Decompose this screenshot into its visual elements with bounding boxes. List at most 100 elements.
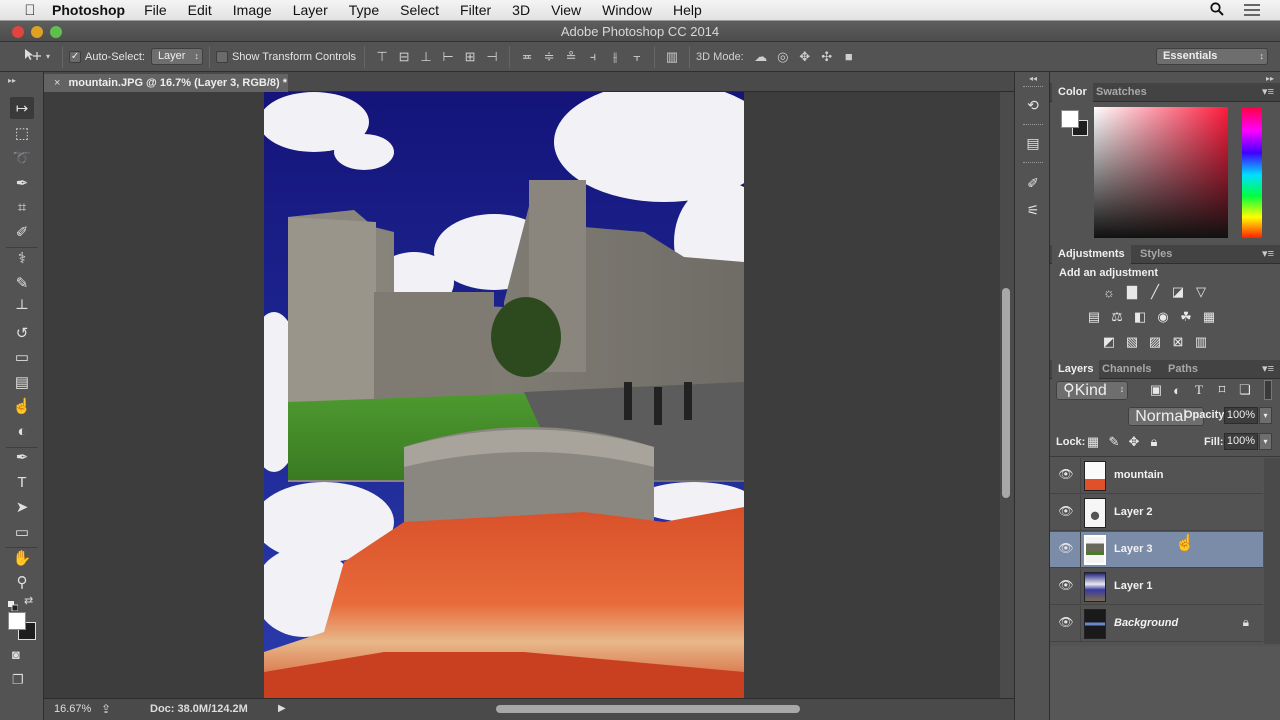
align-top-edges-icon[interactable]: ⊤	[371, 49, 393, 65]
layer-name[interactable]: Layer 3	[1114, 543, 1153, 555]
visibility-eye-icon[interactable]: 👁︎	[1058, 504, 1074, 520]
align-left-edges-icon[interactable]: ⊢	[437, 49, 459, 65]
brush-icon[interactable]: ⚟	[1021, 199, 1045, 221]
dock-grip[interactable]	[1023, 86, 1043, 89]
gradient-map-adjustment-icon[interactable]: ▥	[1192, 334, 1210, 350]
vertical-scrollbar[interactable]	[1000, 92, 1014, 698]
move-tool-icon[interactable]: ↦	[10, 97, 34, 119]
filter-toggle-switch[interactable]	[1264, 380, 1272, 400]
zoom-tool-icon[interactable]: ⚲	[10, 571, 34, 593]
menu-file[interactable]: File	[144, 2, 167, 18]
opacity-slider-button[interactable]: ▾	[1259, 407, 1272, 424]
scale-3d-icon[interactable]: ■	[838, 49, 860, 64]
crop-tool-icon[interactable]: ⌗	[10, 196, 34, 218]
horizontal-scroll-thumb[interactable]	[496, 705, 800, 713]
brush-tool-icon[interactable]: ✎	[10, 272, 34, 294]
lock-transparent-icon[interactable]: ▦	[1084, 434, 1102, 450]
shape-filter-icon[interactable]: ⌑	[1213, 382, 1231, 398]
layer-row[interactable]: 👁︎ Layer 2	[1050, 495, 1263, 531]
menu-edit[interactable]: Edit	[188, 2, 212, 18]
layer-row[interactable]: 👁︎ Layer 1	[1050, 569, 1263, 605]
color-panel-foreground-swatch[interactable]	[1061, 110, 1079, 128]
curves-adjustment-icon[interactable]: ╱	[1146, 284, 1164, 300]
align-right-edges-icon[interactable]: ⊣	[481, 49, 503, 65]
quick-selection-tool-icon[interactable]: ✒	[10, 172, 34, 194]
tab-styles[interactable]: Styles	[1134, 245, 1178, 264]
fill-slider-button[interactable]: ▾	[1259, 433, 1272, 450]
expand-panels-icon[interactable]: ▸▸	[1266, 74, 1274, 83]
menu-view[interactable]: View	[551, 2, 581, 18]
rectangular-marquee-tool-icon[interactable]: ⬚	[10, 122, 34, 144]
quick-mask-icon[interactable]: ◙	[12, 647, 20, 662]
opacity-input[interactable]: 100%	[1224, 407, 1258, 424]
layer-lock-icon[interactable]: 🔒︎	[1243, 615, 1249, 630]
list-icon[interactable]	[1244, 3, 1260, 19]
document-canvas[interactable]	[264, 92, 744, 700]
distribute-horizontal-centers-icon[interactable]: ⫲	[604, 49, 626, 65]
tab-channels[interactable]: Channels	[1096, 360, 1158, 379]
hand-tool-icon[interactable]: ✋	[10, 547, 34, 569]
distribute-vertical-centers-icon[interactable]: ≑	[538, 49, 560, 65]
roll-3d-icon[interactable]: ◎	[772, 49, 794, 65]
lasso-tool-icon[interactable]: ➰	[10, 147, 34, 169]
distribute-top-edges-icon[interactable]: ≖	[516, 49, 538, 65]
visibility-eye-icon[interactable]: 👁︎	[1058, 467, 1074, 483]
layer-filter-kind-dropdown[interactable]: ⚲Kind	[1056, 381, 1129, 400]
menu-type[interactable]: Type	[349, 2, 379, 18]
expand-tools-icon[interactable]: ▸▸	[8, 76, 16, 85]
hue-slider[interactable]	[1242, 107, 1262, 238]
swap-colors-icon[interactable]: ⇄	[24, 594, 33, 607]
status-menu-arrow-icon[interactable]: ▶	[278, 703, 286, 714]
layer-name[interactable]: Layer 1	[1114, 580, 1153, 592]
menu-photoshop[interactable]: Photoshop	[52, 2, 125, 18]
clone-stamp-tool-icon[interactable]: ┴	[10, 297, 34, 319]
layer-row[interactable]: 👁︎ Layer 3	[1050, 532, 1263, 568]
layer-name[interactable]: Background	[1114, 617, 1178, 629]
align-horizontal-centers-icon[interactable]: ⊞	[459, 49, 481, 65]
hue-saturation-adjustment-icon[interactable]: ▤	[1085, 309, 1103, 325]
lock-all-icon[interactable]: 🔒︎	[1145, 434, 1163, 450]
type-tool-icon[interactable]: T	[10, 471, 34, 493]
layers-scrollbar[interactable]	[1264, 458, 1280, 644]
layer-thumbnail[interactable]	[1084, 609, 1106, 639]
tab-adjustments[interactable]: Adjustments	[1052, 245, 1131, 264]
distribute-left-edges-icon[interactable]: ⫞	[582, 49, 604, 65]
dock-grip[interactable]	[1023, 162, 1043, 165]
color-lookup-adjustment-icon[interactable]: ▦	[1200, 309, 1218, 325]
menu-help[interactable]: Help	[673, 2, 702, 18]
panel-menu-icon[interactable]: ▾≡	[1262, 85, 1274, 98]
channel-mixer-adjustment-icon[interactable]: ☘	[1177, 309, 1195, 325]
fill-input[interactable]: 100%	[1224, 433, 1258, 450]
menu-3d[interactable]: 3D	[512, 2, 530, 18]
screen-mode-icon[interactable]: ❐	[12, 672, 24, 688]
layer-thumbnail[interactable]	[1084, 535, 1106, 565]
menu-layer[interactable]: Layer	[293, 2, 328, 18]
document-tab[interactable]: × mountain.JPG @ 16.7% (Layer 3, RGB/8) …	[44, 74, 288, 92]
move-tool-preset-icon[interactable]	[22, 48, 44, 65]
color-balance-adjustment-icon[interactable]: ⚖	[1108, 309, 1126, 325]
apple-menu-icon[interactable]: 	[20, 2, 40, 19]
panel-menu-icon[interactable]: ▾≡	[1262, 247, 1274, 260]
adjustment-filter-icon[interactable]: ◐	[1168, 382, 1186, 398]
layer-thumbnail[interactable]	[1084, 498, 1106, 528]
tool-preset-dropdown-icon[interactable]: ▾	[46, 52, 50, 61]
spot-healing-brush-tool-icon[interactable]: ⚕	[10, 247, 34, 269]
photo-filter-adjustment-icon[interactable]: ◉	[1154, 309, 1172, 325]
layer-name[interactable]: mountain	[1114, 469, 1164, 481]
zoom-level[interactable]: 16.67%	[54, 703, 91, 715]
dodge-tool-icon[interactable]: ◐	[10, 420, 34, 442]
pen-tool-icon[interactable]: ✒	[10, 446, 34, 468]
gradient-tool-icon[interactable]: ▤	[10, 371, 34, 393]
slide-3d-icon[interactable]: ✣	[816, 49, 838, 65]
brightness-contrast-adjustment-icon[interactable]: ☼	[1100, 284, 1118, 300]
menu-window[interactable]: Window	[602, 2, 652, 18]
history-brush-tool-icon[interactable]: ↺	[10, 322, 34, 344]
brush-presets-icon[interactable]: ✐	[1021, 172, 1045, 194]
lock-position-icon[interactable]: ✥	[1125, 434, 1143, 450]
invert-adjustment-icon[interactable]: ◩	[1100, 334, 1118, 350]
layer-row[interactable]: 👁︎ Background 🔒︎	[1050, 606, 1263, 642]
eyedropper-tool-icon[interactable]: ✐	[10, 221, 34, 243]
blur-tool-icon[interactable]: ☝	[10, 395, 34, 417]
align-vertical-centers-icon[interactable]: ⊟	[393, 49, 415, 65]
pixel-filter-icon[interactable]: ▣	[1147, 382, 1165, 398]
